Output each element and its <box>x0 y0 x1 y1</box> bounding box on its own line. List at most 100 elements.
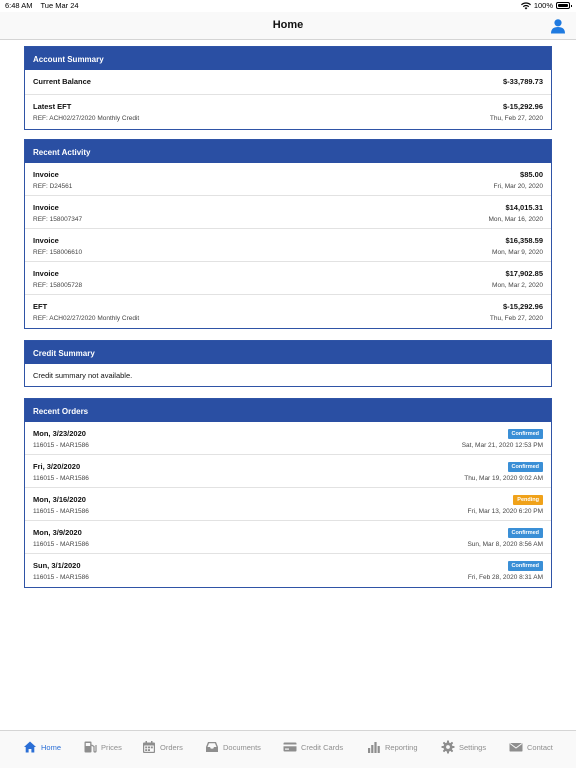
activity-date: Mon, Mar 16, 2020 <box>488 216 543 223</box>
activity-amount: $17,902.85 <box>505 269 543 278</box>
recent-orders-card: Recent Orders Mon, 3/23/2020 116015 - MA… <box>24 398 552 588</box>
gear-icon <box>441 740 455 754</box>
tab-home[interactable]: Home <box>23 739 61 755</box>
activity-ref: REF: 158007347 <box>33 216 83 223</box>
bar-chart-icon <box>368 742 380 753</box>
calendar-icon <box>143 741 155 753</box>
order-ref: 116015 - MAR1586 <box>33 541 89 548</box>
nav-bar: Home <box>0 12 576 40</box>
tab-settings[interactable]: Settings <box>441 739 486 755</box>
latest-eft-date: Thu, Feb 27, 2020 <box>489 115 543 122</box>
tab-contact-label: Contact <box>527 742 553 752</box>
fuel-pump-icon <box>84 741 97 753</box>
tab-documents[interactable]: Documents <box>205 739 261 755</box>
status-time: 6:48 AM <box>5 1 33 10</box>
tab-contact[interactable]: Contact <box>509 739 553 755</box>
activity-type: Invoice <box>33 269 59 278</box>
latest-eft-ref: REF: ACH02/27/2020 Monthly Credit <box>33 115 140 122</box>
order-status-badge: Confirmed <box>507 561 543 571</box>
order-row[interactable]: Mon, 3/9/2020 116015 - MAR1586 Confirmed… <box>25 521 551 554</box>
recent-activity-card: Recent Activity Invoice REF: D24561 $85.… <box>24 139 552 329</box>
tab-prices-label: Prices <box>101 742 122 752</box>
activity-type: Invoice <box>33 236 59 245</box>
activity-row[interactable]: Invoice REF: 158006610 $16,358.59 Mon, M… <box>25 229 551 262</box>
credit-summary-message: Credit summary not available. <box>33 371 133 380</box>
tab-reporting[interactable]: Reporting <box>367 739 418 755</box>
order-row[interactable]: Mon, 3/16/2020 116015 - MAR1586 Pending … <box>25 488 551 521</box>
account-summary-header: Account Summary <box>25 47 551 70</box>
order-status-badge: Confirmed <box>507 462 543 472</box>
battery-percent: 100% <box>533 1 553 10</box>
home-content: Account Summary Current Balance $-33,789… <box>0 41 576 730</box>
order-status-badge: Confirmed <box>507 429 543 439</box>
page-title: Home <box>272 19 304 31</box>
tab-credit-cards[interactable]: Credit Cards <box>283 739 343 755</box>
account-summary-card: Account Summary Current Balance $-33,789… <box>24 46 552 130</box>
recent-orders-header: Recent Orders <box>25 399 551 422</box>
tab-home-label: Home <box>41 742 62 752</box>
order-row[interactable]: Fri, 3/20/2020 116015 - MAR1586 Confirme… <box>25 455 551 488</box>
activity-row[interactable]: Invoice REF: D24561 $85.00 Fri, Mar 20, … <box>25 163 551 196</box>
current-balance-amount: $-33,789.73 <box>502 77 543 86</box>
order-timestamp: Fri, Feb 28, 2020 8:31 AM <box>467 574 543 581</box>
order-ref: 116015 - MAR1586 <box>33 442 89 449</box>
activity-row[interactable]: Invoice REF: 158005728 $17,902.85 Mon, M… <box>25 262 551 295</box>
order-timestamp: Sun, Mar 8, 2020 8:56 AM <box>467 541 543 548</box>
activity-type: Invoice <box>33 203 59 212</box>
order-ref: 116015 - MAR1586 <box>33 574 89 581</box>
activity-type: EFT <box>33 302 48 311</box>
status-date: Tue Mar 24 <box>40 1 79 10</box>
activity-amount: $-15,292.96 <box>502 302 543 311</box>
tab-orders[interactable]: Orders <box>142 739 183 755</box>
activity-date: Mon, Mar 2, 2020 <box>492 282 543 289</box>
activity-ref: REF: ACH02/27/2020 Monthly Credit <box>33 315 140 322</box>
wifi-icon <box>520 1 531 9</box>
order-date: Mon, 3/16/2020 <box>33 495 86 504</box>
inbox-tray-icon <box>206 742 218 752</box>
tab-orders-label: Orders <box>160 742 183 752</box>
order-ref: 116015 - MAR1586 <box>33 508 89 515</box>
order-date: Sun, 3/1/2020 <box>33 561 81 570</box>
order-timestamp: Thu, Mar 19, 2020 9:02 AM <box>464 475 543 482</box>
tab-prices[interactable]: Prices <box>83 739 122 755</box>
latest-eft-label: Latest EFT <box>33 102 72 111</box>
credit-summary-card: Credit Summary Credit summary not availa… <box>24 340 552 387</box>
tab-credit-cards-label: Credit Cards <box>301 742 344 752</box>
credit-summary-header: Credit Summary <box>25 341 551 364</box>
tab-settings-label: Settings <box>459 742 487 752</box>
order-timestamp: Sat, Mar 21, 2020 12:53 PM <box>461 442 543 449</box>
recent-activity-header: Recent Activity <box>25 140 551 163</box>
envelope-icon <box>509 743 523 752</box>
activity-row[interactable]: Invoice REF: 158007347 $14,015.31 Mon, M… <box>25 196 551 229</box>
current-balance-row: Current Balance $-33,789.73 <box>25 70 551 95</box>
latest-eft-row: Latest EFT REF: ACH02/27/2020 Monthly Cr… <box>25 95 551 129</box>
activity-amount: $16,358.59 <box>505 236 543 245</box>
order-date: Mon, 3/9/2020 <box>33 528 82 537</box>
tab-reporting-label: Reporting <box>385 742 418 752</box>
order-row[interactable]: Mon, 3/23/2020 116015 - MAR1586 Confirme… <box>25 422 551 455</box>
activity-date: Fri, Mar 20, 2020 <box>493 183 544 190</box>
activity-amount: $14,015.31 <box>505 203 543 212</box>
current-balance-label: Current Balance <box>33 77 91 86</box>
status-bar: 6:48 AM Tue Mar 24 100% <box>0 0 576 12</box>
user-profile-icon[interactable] <box>550 18 566 34</box>
activity-ref: REF: D24561 <box>33 183 73 190</box>
activity-date: Mon, Mar 9, 2020 <box>492 249 543 256</box>
activity-ref: REF: 158005728 <box>33 282 83 289</box>
order-timestamp: Fri, Mar 13, 2020 6:20 PM <box>467 508 543 515</box>
credit-card-icon <box>283 742 297 752</box>
order-date: Fri, 3/20/2020 <box>33 462 81 471</box>
home-icon <box>24 741 36 753</box>
battery-icon <box>556 2 572 9</box>
activity-amount: $85.00 <box>520 170 543 179</box>
tab-documents-label: Documents <box>223 742 261 752</box>
latest-eft-amount: $-15,292.96 <box>502 102 543 111</box>
activity-date: Thu, Feb 27, 2020 <box>489 315 543 322</box>
order-row[interactable]: Sun, 3/1/2020 116015 - MAR1586 Confirmed… <box>25 554 551 587</box>
activity-row[interactable]: EFT REF: ACH02/27/2020 Monthly Credit $-… <box>25 295 551 328</box>
order-status-badge: Pending <box>513 495 543 505</box>
order-date: Mon, 3/23/2020 <box>33 429 86 438</box>
activity-type: Invoice <box>33 170 59 179</box>
order-status-badge: Confirmed <box>507 528 543 538</box>
activity-ref: REF: 158006610 <box>33 249 83 256</box>
